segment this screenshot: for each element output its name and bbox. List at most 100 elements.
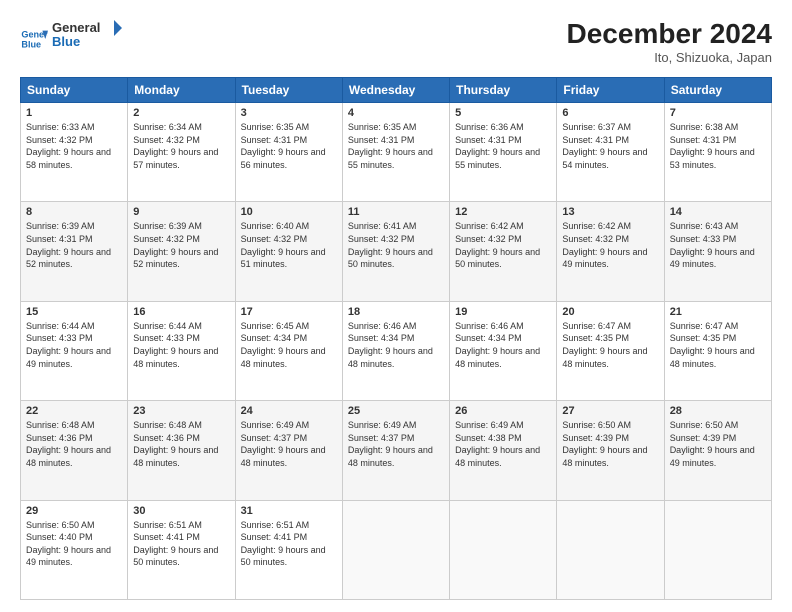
cell-info: Sunrise: 6:46 AMSunset: 4:34 PMDaylight:… <box>455 320 551 370</box>
calendar-cell: 1 Sunrise: 6:33 AMSunset: 4:32 PMDayligh… <box>21 103 128 202</box>
calendar-cell: 13 Sunrise: 6:42 AMSunset: 4:32 PMDaylig… <box>557 202 664 301</box>
calendar-cell <box>664 500 771 599</box>
cell-info: Sunrise: 6:46 AMSunset: 4:34 PMDaylight:… <box>348 320 444 370</box>
cell-info: Sunrise: 6:38 AMSunset: 4:31 PMDaylight:… <box>670 121 766 171</box>
calendar-cell: 15 Sunrise: 6:44 AMSunset: 4:33 PMDaylig… <box>21 301 128 400</box>
day-number: 13 <box>562 206 658 218</box>
cell-info: Sunrise: 6:50 AMSunset: 4:39 PMDaylight:… <box>562 419 658 469</box>
day-number: 1 <box>26 107 122 119</box>
calendar-cell: 9 Sunrise: 6:39 AMSunset: 4:32 PMDayligh… <box>128 202 235 301</box>
week-row-3: 15 Sunrise: 6:44 AMSunset: 4:33 PMDaylig… <box>21 301 772 400</box>
day-number: 10 <box>241 206 337 218</box>
title-block: December 2024 Ito, Shizuoka, Japan <box>567 18 772 65</box>
day-number: 28 <box>670 405 766 417</box>
day-number: 31 <box>241 505 337 517</box>
calendar-cell: 27 Sunrise: 6:50 AMSunset: 4:39 PMDaylig… <box>557 401 664 500</box>
week-row-5: 29 Sunrise: 6:50 AMSunset: 4:40 PMDaylig… <box>21 500 772 599</box>
day-number: 2 <box>133 107 229 119</box>
cell-info: Sunrise: 6:44 AMSunset: 4:33 PMDaylight:… <box>133 320 229 370</box>
calendar-cell: 28 Sunrise: 6:50 AMSunset: 4:39 PMDaylig… <box>664 401 771 500</box>
calendar-body: 1 Sunrise: 6:33 AMSunset: 4:32 PMDayligh… <box>21 103 772 600</box>
cell-info: Sunrise: 6:49 AMSunset: 4:38 PMDaylight:… <box>455 419 551 469</box>
logo: General Blue General Blue <box>20 18 122 59</box>
calendar-cell: 31 Sunrise: 6:51 AMSunset: 4:41 PMDaylig… <box>235 500 342 599</box>
weekday-monday: Monday <box>128 78 235 103</box>
day-number: 4 <box>348 107 444 119</box>
cell-info: Sunrise: 6:40 AMSunset: 4:32 PMDaylight:… <box>241 220 337 270</box>
header: General Blue General Blue December 2024 … <box>20 18 772 65</box>
cell-info: Sunrise: 6:45 AMSunset: 4:34 PMDaylight:… <box>241 320 337 370</box>
day-number: 9 <box>133 206 229 218</box>
day-number: 12 <box>455 206 551 218</box>
svg-text:Blue: Blue <box>21 39 41 49</box>
cell-info: Sunrise: 6:49 AMSunset: 4:37 PMDaylight:… <box>348 419 444 469</box>
calendar-cell <box>342 500 449 599</box>
calendar-table: SundayMondayTuesdayWednesdayThursdayFrid… <box>20 77 772 600</box>
cell-info: Sunrise: 6:41 AMSunset: 4:32 PMDaylight:… <box>348 220 444 270</box>
week-row-1: 1 Sunrise: 6:33 AMSunset: 4:32 PMDayligh… <box>21 103 772 202</box>
svg-text:General: General <box>52 20 100 35</box>
day-number: 3 <box>241 107 337 119</box>
cell-info: Sunrise: 6:49 AMSunset: 4:37 PMDaylight:… <box>241 419 337 469</box>
calendar-cell: 16 Sunrise: 6:44 AMSunset: 4:33 PMDaylig… <box>128 301 235 400</box>
calendar-cell: 23 Sunrise: 6:48 AMSunset: 4:36 PMDaylig… <box>128 401 235 500</box>
cell-info: Sunrise: 6:51 AMSunset: 4:41 PMDaylight:… <box>133 519 229 569</box>
cell-info: Sunrise: 6:37 AMSunset: 4:31 PMDaylight:… <box>562 121 658 171</box>
day-number: 15 <box>26 306 122 318</box>
weekday-header-row: SundayMondayTuesdayWednesdayThursdayFrid… <box>21 78 772 103</box>
cell-info: Sunrise: 6:39 AMSunset: 4:32 PMDaylight:… <box>133 220 229 270</box>
calendar-cell: 18 Sunrise: 6:46 AMSunset: 4:34 PMDaylig… <box>342 301 449 400</box>
day-number: 20 <box>562 306 658 318</box>
day-number: 6 <box>562 107 658 119</box>
day-number: 22 <box>26 405 122 417</box>
page: General Blue General Blue December 2024 … <box>0 0 792 612</box>
cell-info: Sunrise: 6:48 AMSunset: 4:36 PMDaylight:… <box>26 419 122 469</box>
calendar-cell: 30 Sunrise: 6:51 AMSunset: 4:41 PMDaylig… <box>128 500 235 599</box>
calendar-cell: 10 Sunrise: 6:40 AMSunset: 4:32 PMDaylig… <box>235 202 342 301</box>
cell-info: Sunrise: 6:35 AMSunset: 4:31 PMDaylight:… <box>348 121 444 171</box>
day-number: 26 <box>455 405 551 417</box>
day-number: 16 <box>133 306 229 318</box>
day-number: 19 <box>455 306 551 318</box>
calendar-cell: 3 Sunrise: 6:35 AMSunset: 4:31 PMDayligh… <box>235 103 342 202</box>
calendar-cell: 11 Sunrise: 6:41 AMSunset: 4:32 PMDaylig… <box>342 202 449 301</box>
cell-info: Sunrise: 6:36 AMSunset: 4:31 PMDaylight:… <box>455 121 551 171</box>
cell-info: Sunrise: 6:42 AMSunset: 4:32 PMDaylight:… <box>455 220 551 270</box>
day-number: 14 <box>670 206 766 218</box>
calendar-cell: 24 Sunrise: 6:49 AMSunset: 4:37 PMDaylig… <box>235 401 342 500</box>
cell-info: Sunrise: 6:50 AMSunset: 4:39 PMDaylight:… <box>670 419 766 469</box>
day-number: 5 <box>455 107 551 119</box>
calendar-cell: 29 Sunrise: 6:50 AMSunset: 4:40 PMDaylig… <box>21 500 128 599</box>
svg-text:Blue: Blue <box>52 34 80 49</box>
day-number: 17 <box>241 306 337 318</box>
day-number: 8 <box>26 206 122 218</box>
calendar-cell: 22 Sunrise: 6:48 AMSunset: 4:36 PMDaylig… <box>21 401 128 500</box>
day-number: 21 <box>670 306 766 318</box>
main-title: December 2024 <box>567 18 772 50</box>
day-number: 27 <box>562 405 658 417</box>
calendar-cell <box>450 500 557 599</box>
cell-info: Sunrise: 6:51 AMSunset: 4:41 PMDaylight:… <box>241 519 337 569</box>
calendar-cell: 25 Sunrise: 6:49 AMSunset: 4:37 PMDaylig… <box>342 401 449 500</box>
week-row-2: 8 Sunrise: 6:39 AMSunset: 4:31 PMDayligh… <box>21 202 772 301</box>
calendar-cell: 12 Sunrise: 6:42 AMSunset: 4:32 PMDaylig… <box>450 202 557 301</box>
weekday-sunday: Sunday <box>21 78 128 103</box>
cell-info: Sunrise: 6:35 AMSunset: 4:31 PMDaylight:… <box>241 121 337 171</box>
calendar-cell: 26 Sunrise: 6:49 AMSunset: 4:38 PMDaylig… <box>450 401 557 500</box>
calendar-cell: 4 Sunrise: 6:35 AMSunset: 4:31 PMDayligh… <box>342 103 449 202</box>
calendar-cell: 7 Sunrise: 6:38 AMSunset: 4:31 PMDayligh… <box>664 103 771 202</box>
subtitle: Ito, Shizuoka, Japan <box>567 50 772 65</box>
day-number: 29 <box>26 505 122 517</box>
cell-info: Sunrise: 6:43 AMSunset: 4:33 PMDaylight:… <box>670 220 766 270</box>
day-number: 18 <box>348 306 444 318</box>
calendar-cell: 6 Sunrise: 6:37 AMSunset: 4:31 PMDayligh… <box>557 103 664 202</box>
weekday-saturday: Saturday <box>664 78 771 103</box>
calendar-cell: 17 Sunrise: 6:45 AMSunset: 4:34 PMDaylig… <box>235 301 342 400</box>
cell-info: Sunrise: 6:44 AMSunset: 4:33 PMDaylight:… <box>26 320 122 370</box>
calendar-cell: 2 Sunrise: 6:34 AMSunset: 4:32 PMDayligh… <box>128 103 235 202</box>
logo-icon: General Blue <box>20 25 48 53</box>
calendar-cell: 20 Sunrise: 6:47 AMSunset: 4:35 PMDaylig… <box>557 301 664 400</box>
day-number: 24 <box>241 405 337 417</box>
calendar-cell: 8 Sunrise: 6:39 AMSunset: 4:31 PMDayligh… <box>21 202 128 301</box>
cell-info: Sunrise: 6:50 AMSunset: 4:40 PMDaylight:… <box>26 519 122 569</box>
